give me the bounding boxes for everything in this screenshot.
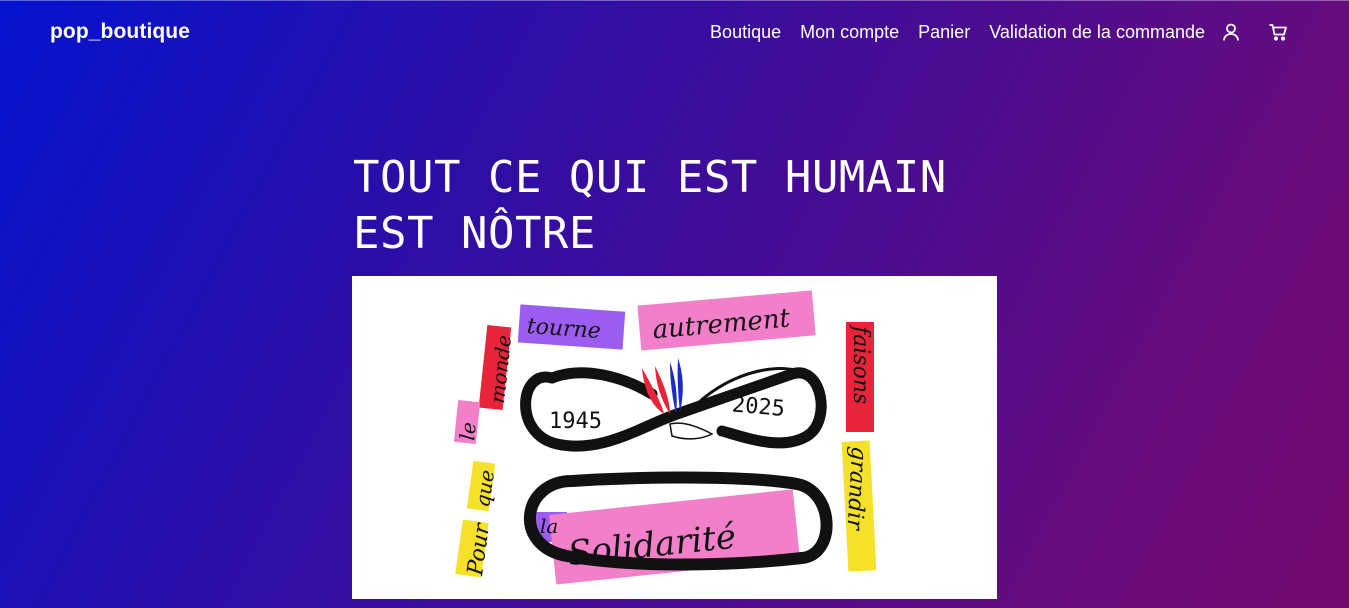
poster-illustration: 1945 2025 tourne autrement faisons monde…: [453, 290, 877, 585]
word-que: que: [470, 468, 499, 509]
wing-blue-2: [677, 358, 683, 412]
main-nav: Boutique Mon compte Panier Validation de…: [710, 21, 1289, 43]
hero-title: TOUT CE QUI EST HUMAIN EST NÔTRE: [353, 150, 947, 262]
wing-blue: [670, 362, 677, 414]
nav-link-validation-commande[interactable]: Validation de la commande: [989, 22, 1205, 43]
top-navigation-bar: pop_boutique Boutique Mon compte Panier …: [0, 0, 1349, 67]
handshake-hands: [669, 422, 714, 440]
word-grandir: grandir: [842, 446, 871, 532]
nav-link-panier[interactable]: Panier: [918, 22, 970, 43]
nav-link-mon-compte[interactable]: Mon compte: [800, 22, 899, 43]
cart-icon[interactable]: [1267, 21, 1289, 43]
word-tourne: tourne: [526, 314, 602, 344]
word-la: la: [540, 514, 558, 538]
year-1945: 1945: [549, 409, 602, 434]
year-2025: 2025: [731, 392, 786, 422]
nav-link-boutique[interactable]: Boutique: [710, 22, 781, 43]
word-le: le: [455, 421, 481, 442]
word-faisons: faisons: [848, 324, 873, 404]
hero-title-line-1: TOUT CE QUI EST HUMAIN: [353, 152, 947, 203]
hero-title-line-2: EST NÔTRE: [353, 208, 596, 259]
user-icon[interactable]: [1220, 21, 1242, 43]
site-logo[interactable]: pop_boutique: [50, 20, 190, 44]
loop-top-arc: [546, 367, 658, 400]
solidarity-poster-image: 1945 2025 tourne autrement faisons monde…: [352, 276, 997, 599]
